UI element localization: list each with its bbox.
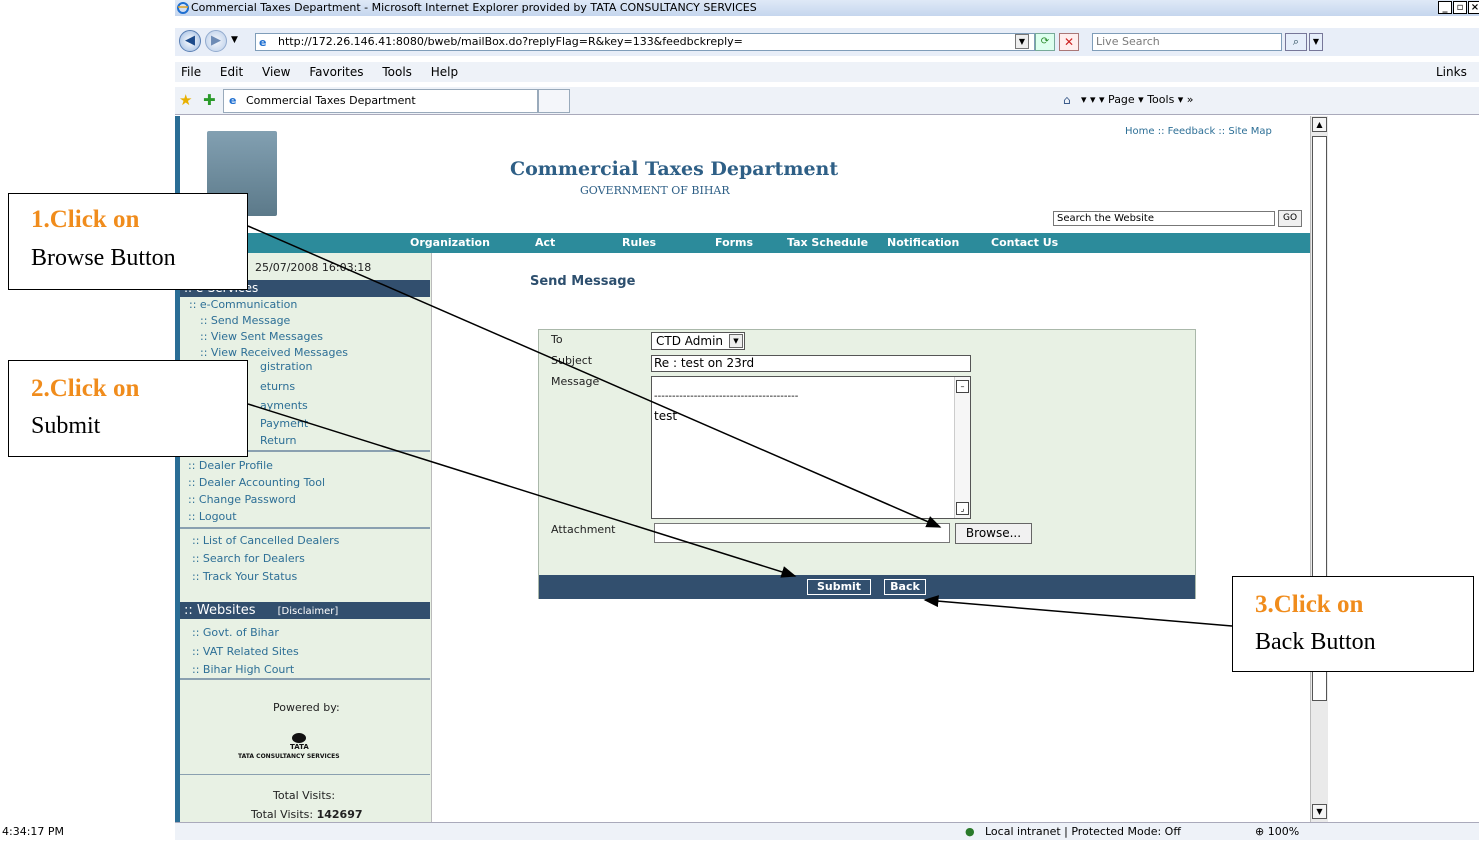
arrow-to-browse: [247, 225, 942, 528]
arrow-to-submit: [247, 403, 797, 578]
arrow-to-back: [923, 595, 1233, 627]
annotation-arrows: [247, 225, 1233, 627]
